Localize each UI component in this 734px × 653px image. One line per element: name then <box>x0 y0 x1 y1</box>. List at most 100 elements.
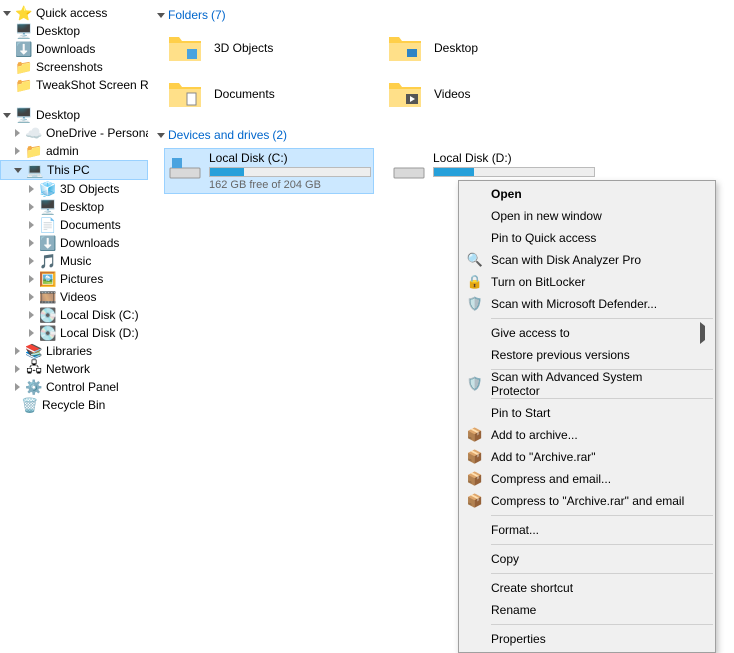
music-icon: 🎵 <box>40 253 56 269</box>
nav-pc-downloads[interactable]: ⬇️Downloads <box>0 234 148 252</box>
nav-pc-desktop[interactable]: 🖥️Desktop <box>0 198 148 216</box>
folder-icon <box>164 27 206 69</box>
ctx-create-shortcut[interactable]: Create shortcut <box>461 577 713 599</box>
rar-icon: 📦 <box>467 493 483 509</box>
ctx-label: Copy <box>491 552 519 566</box>
nav-pc-music[interactable]: 🎵 Music <box>0 252 148 270</box>
nav-desktop-qa[interactable]: 🖥️Desktop <box>0 22 148 40</box>
nav-control-panel[interactable]: ⚙️Control Panel <box>0 378 148 396</box>
nav-label: Music <box>60 254 91 268</box>
ctx-rename[interactable]: Rename <box>461 599 713 621</box>
folder-icon: 📁 <box>26 143 42 159</box>
nav-label: Local Disk (C:) <box>60 308 139 322</box>
section-count: (2) <box>272 128 287 142</box>
ctx-label: Give access to <box>491 326 570 340</box>
separator <box>491 544 713 545</box>
nav-label: Local Disk (D:) <box>60 326 139 340</box>
ctx-label: Restore previous versions <box>491 348 630 362</box>
chevron-right-icon <box>26 328 36 338</box>
nav-label: Desktop <box>36 108 80 122</box>
nav-label: Documents <box>60 218 121 232</box>
folders-grid: 3D Objects Desktop Documents Videos <box>164 28 726 114</box>
ctx-label: Create shortcut <box>491 581 573 595</box>
drive-icon <box>167 151 203 187</box>
ctx-compress-email[interactable]: 📦Compress and email... <box>461 468 713 490</box>
drive-icon <box>391 151 427 187</box>
ctx-format[interactable]: Format... <box>461 519 713 541</box>
ctx-give-access[interactable]: Give access to <box>461 322 713 344</box>
ctx-open[interactable]: Open <box>461 183 713 205</box>
ctx-scan-asp[interactable]: 🛡️ Scan with Advanced System Protector <box>461 373 713 395</box>
chevron-right-icon <box>26 292 36 302</box>
folder-label: Documents <box>214 87 275 101</box>
chevron-right-icon <box>26 220 36 230</box>
separator <box>491 624 713 625</box>
drives-section-header[interactable]: Devices and drives (2) <box>156 128 726 142</box>
ctx-add-archive[interactable]: 📦Add to archive... <box>461 424 713 446</box>
nav-screenshots-qa[interactable]: 📁 Screenshots <box>0 58 148 76</box>
documents-icon: 📄 <box>40 217 56 233</box>
nav-libraries[interactable]: 📚Libraries <box>0 342 148 360</box>
nav-pc-videos[interactable]: 🎞️Videos <box>0 288 148 306</box>
chevron-down-icon <box>2 110 12 120</box>
nav-desktop-root[interactable]: 🖥️ Desktop <box>0 106 148 124</box>
ctx-scan-disk-analyzer[interactable]: 🔍Scan with Disk Analyzer Pro <box>461 249 713 271</box>
ctx-label: Scan with Microsoft Defender... <box>491 297 657 311</box>
network-icon: 🖧 <box>26 361 42 377</box>
folder-label: 3D Objects <box>214 41 273 55</box>
nav-local-disk-d[interactable]: 💽Local Disk (D:) <box>0 324 148 342</box>
asp-icon: 🛡️ <box>467 376 483 392</box>
nav-this-pc[interactable]: 💻This PC <box>0 160 148 180</box>
ctx-compress-rar-email[interactable]: 📦 Compress to "Archive.rar" and email <box>461 490 713 512</box>
folder-documents[interactable]: Documents <box>164 74 364 114</box>
nav-label: Screenshots <box>36 60 103 74</box>
folder-desktop[interactable]: Desktop <box>384 28 584 68</box>
folder-icon <box>384 27 426 69</box>
folder-label: Videos <box>434 87 470 101</box>
folder-icon: 📁 <box>16 59 32 75</box>
nav-onedrive[interactable]: ☁️OneDrive - Personal <box>0 124 148 142</box>
nav-pc-documents[interactable]: 📄 Documents <box>0 216 148 234</box>
ctx-properties[interactable]: Properties <box>461 628 713 650</box>
nav-3d-objects[interactable]: 🧊3D Objects <box>0 180 148 198</box>
ctx-restore-versions[interactable]: Restore previous versions <box>461 344 713 366</box>
ctx-pin-start[interactable]: Pin to Start <box>461 402 713 424</box>
ctx-label: Turn on BitLocker <box>491 275 585 289</box>
folder-videos[interactable]: Videos <box>384 74 584 114</box>
nav-quick-access[interactable]: ⭐Quick access <box>0 4 148 22</box>
nav-label: Quick access <box>36 6 107 20</box>
drive-usage-bar <box>209 167 371 177</box>
ctx-bitlocker[interactable]: 🔒Turn on BitLocker <box>461 271 713 293</box>
nav-label: Recycle Bin <box>42 398 105 412</box>
rar-icon: 📦 <box>467 471 483 487</box>
nav-admin[interactable]: 📁admin <box>0 142 148 160</box>
ctx-copy[interactable]: Copy <box>461 548 713 570</box>
folders-section-header[interactable]: Folders (7) <box>156 8 726 22</box>
ctx-label: Scan with Advanced System Protector <box>491 370 691 398</box>
nav-label: 3D Objects <box>60 182 119 196</box>
ctx-label: Add to "Archive.rar" <box>491 450 596 464</box>
nav-pc-pictures[interactable]: 🖼️Pictures <box>0 270 148 288</box>
ctx-label: Rename <box>491 603 536 617</box>
folder-3d-objects[interactable]: 3D Objects <box>164 28 364 68</box>
ctx-label: Open in new window <box>491 209 602 223</box>
ctx-open-new-window[interactable]: Open in new window <box>461 205 713 227</box>
desktop-icon: 🖥️ <box>16 107 32 123</box>
nav-downloads-qa[interactable]: ⬇️Downloads <box>0 40 148 58</box>
chevron-right-icon <box>12 128 22 138</box>
nav-local-disk-c[interactable]: 💽 Local Disk (C:) <box>0 306 148 324</box>
nav-network[interactable]: 🖧Network <box>0 360 148 378</box>
recycle-bin-icon: 🗑️ <box>22 397 38 413</box>
nav-recycle-bin[interactable]: 🗑️ Recycle Bin <box>0 396 148 414</box>
nav-tweakshot-qa[interactable]: 📁TweakShot Screen Reco <box>0 76 148 94</box>
nav-label: Control Panel <box>46 380 119 394</box>
drive-local-c[interactable]: Local Disk (C:) 162 GB free of 204 GB <box>164 148 374 194</box>
ctx-pin-quick-access[interactable]: Pin to Quick access <box>461 227 713 249</box>
drive-icon: 💽 <box>40 307 56 323</box>
desktop-icon: 🖥️ <box>40 199 56 215</box>
videos-icon: 🎞️ <box>40 289 56 305</box>
ctx-add-archive-rar[interactable]: 📦Add to "Archive.rar" <box>461 446 713 468</box>
ctx-defender[interactable]: 🛡️Scan with Microsoft Defender... <box>461 293 713 315</box>
ctx-label: Compress to "Archive.rar" and email <box>491 494 684 508</box>
navigation-pane: ⭐Quick access 🖥️ Desktop ⬇️Downloads 📁 Scr… <box>0 0 148 613</box>
